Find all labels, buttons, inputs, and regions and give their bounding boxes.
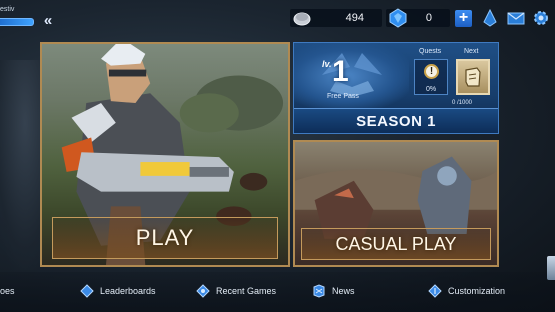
reward-scroll-icon <box>465 67 481 87</box>
season-exp-progress: 0 /1000 <box>452 100 473 106</box>
top-bar: estiv « 494 0 + <box>0 0 555 36</box>
diamonds-value: 0 <box>425 12 432 24</box>
nav-item-leaderboards[interactable]: Leaderboards <box>80 282 156 300</box>
play-button[interactable]: PLAY <box>40 42 290 267</box>
quest-alert-icon: ! <box>424 64 439 79</box>
quests-button[interactable]: ! 0% <box>414 59 448 95</box>
settings-gear-icon[interactable] <box>531 8 551 28</box>
collapse-button[interactable]: « <box>40 13 56 30</box>
level-prefix: lv. <box>322 59 332 69</box>
nav-label: Leaderboards <box>100 286 156 296</box>
nav-item-heroes[interactable]: oes <box>0 282 15 300</box>
leaderboard-icon <box>80 284 94 298</box>
player-name[interactable]: estiv <box>0 6 14 13</box>
next-reward-button[interactable] <box>456 59 490 95</box>
play-label-bar: PLAY <box>52 217 278 259</box>
nav-item-customization[interactable]: Customization <box>428 282 505 300</box>
casual-play-button[interactable]: CASUAL PLAY <box>293 140 499 267</box>
season-title: SEASON 1 <box>356 112 436 130</box>
season-pass-panel[interactable]: lv. 1 Free Pass Quests Next ! 0% 0 /1000… <box>293 42 499 134</box>
casual-label-bar: CASUAL PLAY <box>301 228 491 260</box>
next-reward-label: Next <box>464 48 479 55</box>
battle-points-counter[interactable]: 494 <box>290 9 382 27</box>
nav-item-news[interactable]: News <box>312 282 355 300</box>
side-menu-handle[interactable] <box>547 256 555 280</box>
play-label: PLAY <box>135 225 195 250</box>
bottom-nav: oes Leaderboards Recent Games News Custo… <box>0 272 555 312</box>
player-exp-bar <box>0 18 34 26</box>
nav-label: News <box>332 286 355 296</box>
nav-label: oes <box>0 286 15 296</box>
nav-label: Recent Games <box>216 286 277 296</box>
blue-crystal-icon[interactable] <box>480 8 500 28</box>
level-number: 1 <box>332 55 349 88</box>
quests-label: Quests <box>419 48 442 55</box>
recent-games-icon <box>196 284 210 298</box>
news-icon <box>313 284 325 298</box>
diamonds-counter[interactable]: 0 <box>386 8 450 28</box>
top-up-button[interactable]: + <box>455 10 472 27</box>
battle-points-value: 494 <box>345 12 364 24</box>
quest-progress: 0% <box>425 86 437 93</box>
battle-points-icon <box>293 12 311 26</box>
casual-play-label: CASUAL PLAY <box>335 233 457 254</box>
mail-icon[interactable] <box>506 8 526 28</box>
pass-type-label: Free Pass <box>327 93 359 100</box>
customization-icon <box>428 284 442 298</box>
nav-label: Customization <box>448 286 506 296</box>
diamond-icon <box>389 8 407 28</box>
nav-item-recent-games[interactable]: Recent Games <box>196 282 276 300</box>
season-title-bar: SEASON 1 <box>294 108 498 133</box>
